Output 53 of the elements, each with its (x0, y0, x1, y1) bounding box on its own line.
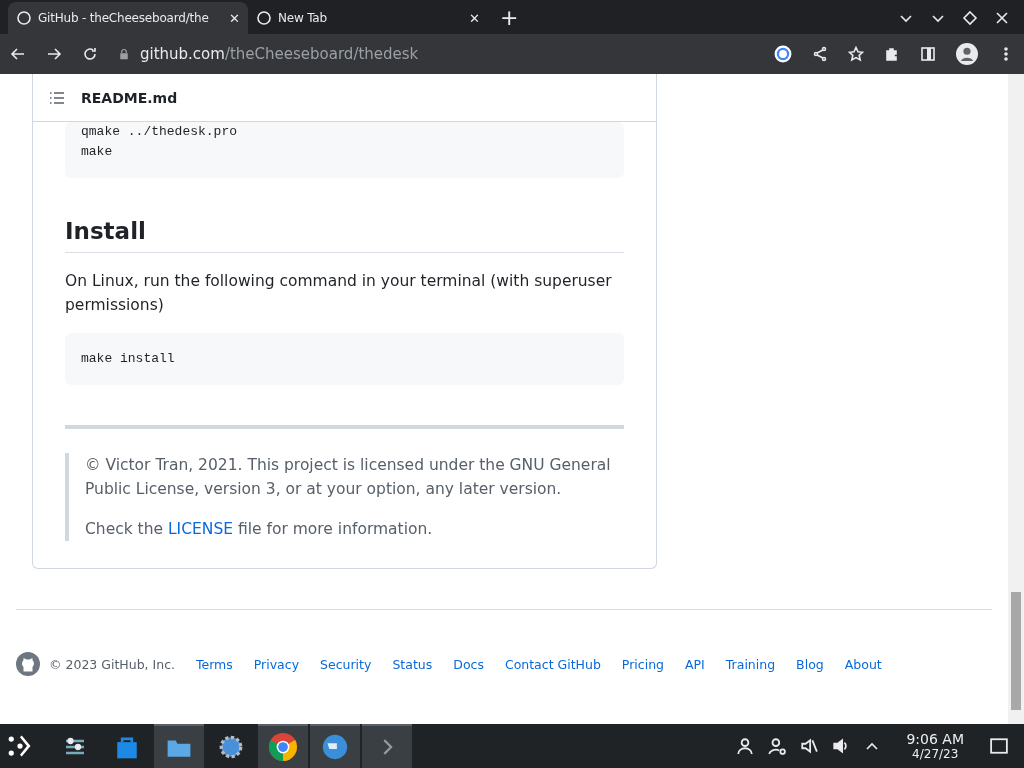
forward-icon[interactable] (46, 46, 62, 62)
desktop-icon[interactable] (990, 737, 1008, 755)
footer-link[interactable]: Blog (796, 656, 824, 672)
close-tab-button[interactable]: ✕ (229, 10, 240, 26)
gear-icon (218, 734, 244, 760)
puzzle-piece-icon[interactable] (884, 46, 900, 62)
code-line: qmake ../thedesk.pro (81, 123, 239, 141)
close-icon[interactable] (994, 10, 1010, 26)
lock-icon (118, 48, 130, 60)
paragraph: On Linux, run the following command in your terminal (with superuser permissions) (65, 271, 613, 316)
tab-title: GitHub - theCheeseboard/the (38, 11, 210, 25)
share-icon[interactable] (812, 46, 828, 62)
new-tab-button[interactable]: + (500, 5, 519, 30)
footer-link[interactable]: Contact GitHub (504, 656, 601, 672)
paragraph: Check the LICENSE file for more information. (85, 519, 434, 540)
footer-link[interactable]: Security (320, 656, 372, 672)
browser-tab[interactable]: GitHub - theCheeseboard/the ✕ (8, 2, 248, 34)
code-line: make install (81, 350, 176, 368)
close-tab-button[interactable]: ✕ (469, 10, 480, 26)
star-icon[interactable] (848, 46, 864, 62)
side-panel-icon[interactable] (920, 46, 936, 62)
footer-link[interactable]: Terms (196, 656, 233, 672)
code-line: make (81, 143, 114, 161)
person-settings-icon[interactable] (768, 737, 787, 755)
profile-avatar-icon[interactable] (956, 43, 978, 65)
octocat-logo-icon[interactable] (16, 652, 40, 676)
footer-link[interactable]: API (685, 656, 705, 672)
taskbar-app[interactable] (310, 724, 360, 768)
browser-tab[interactable]: New Tab ✕ (248, 2, 488, 34)
browser-logo-icon[interactable] (268, 732, 298, 762)
scrollbar[interactable] (1008, 74, 1024, 724)
footer-link[interactable]: Training (725, 656, 776, 672)
tab-title: New Tab (278, 11, 328, 25)
person-icon[interactable] (736, 737, 755, 755)
footer-link[interactable]: Docs (453, 656, 484, 672)
footer-link[interactable]: Pricing (621, 656, 664, 672)
copyright-text: © 2023 GitHub, Inc. (49, 656, 175, 672)
address-bar[interactable]: github.com/theCheeseboard/thedesk (140, 45, 419, 63)
reload-icon[interactable] (82, 46, 98, 62)
footer-link[interactable]: About (844, 656, 882, 672)
clock-date[interactable]: 4/27/23 (912, 747, 959, 761)
paragraph: © Victor Tran, 2021. This project is licensed under the GNU General Public License, version 3, or at your option, any later version. (85, 455, 612, 500)
license-link[interactable]: LICENSE (168, 520, 234, 538)
taskbar-app[interactable] (258, 724, 308, 768)
list-icon[interactable] (49, 89, 65, 106)
readme-title: README.md (81, 89, 178, 106)
speaker-muted-icon[interactable] (800, 737, 819, 755)
back-icon[interactable] (10, 46, 26, 62)
clock-time[interactable]: 9:06 AM (906, 731, 964, 747)
maximize-icon[interactable] (962, 10, 978, 26)
footer-link[interactable]: Privacy (253, 656, 300, 672)
footer-link[interactable]: Status (392, 656, 433, 672)
section-heading: Install (65, 218, 624, 253)
